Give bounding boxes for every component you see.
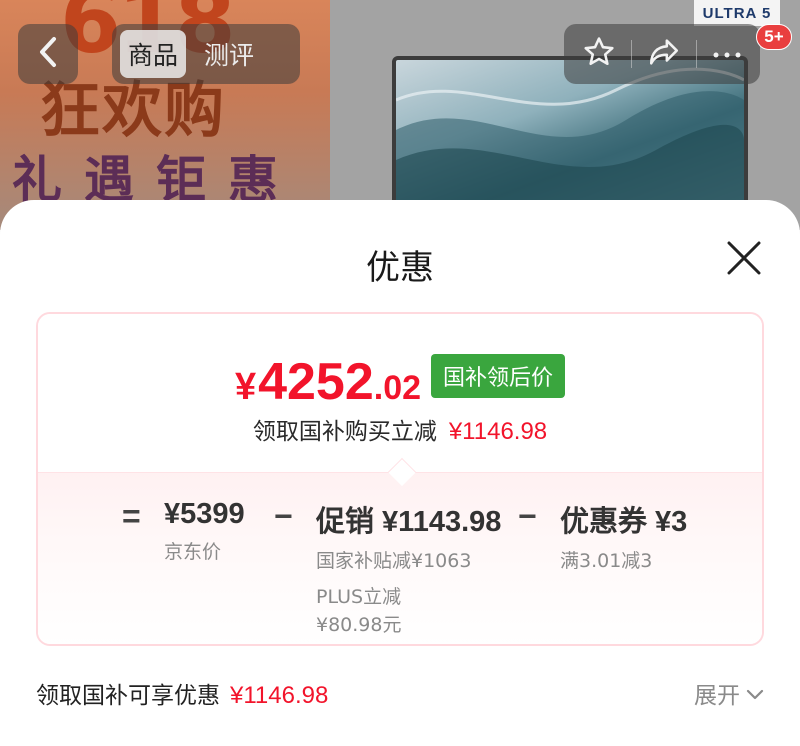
- sheet-title: 优惠: [366, 248, 434, 288]
- close-button[interactable]: [718, 234, 770, 286]
- back-icon: [36, 35, 60, 73]
- price-breakdown-card: ¥ 4252 .02 国补领后价 领取国补购买立减 ¥1146.98 = ¥53…: [36, 312, 764, 646]
- subsidy-label: 领取国补购买立减: [252, 419, 437, 445]
- subsidy-price-tag: 国补领后价: [431, 354, 566, 398]
- share-icon[interactable]: [647, 35, 681, 73]
- tab-review[interactable]: 测评: [196, 30, 262, 78]
- minus-sign: −: [274, 498, 293, 534]
- summary-amount: ¥1146.98: [230, 682, 329, 709]
- national-subsidy-note: 国家补贴减¥1063: [316, 550, 472, 572]
- expand-button[interactable]: 展开: [694, 676, 764, 710]
- base-price-label: 京东价: [164, 541, 222, 563]
- coupon-value: 优惠券 ¥3: [560, 506, 688, 538]
- base-price-value: ¥5399: [164, 498, 245, 530]
- cart-count-badge: 5+: [756, 24, 792, 50]
- price-integer: 4252: [258, 353, 374, 411]
- coupon-condition: 满3.01减3: [560, 550, 653, 572]
- ultra-badge: ULTRA 5: [694, 0, 780, 26]
- nav-actions: [564, 24, 760, 84]
- price-decimal: .02: [373, 369, 422, 407]
- plus-discount-label: PLUS立减: [316, 586, 402, 608]
- subsidy-summary: 领取国补可享优惠 ¥1146.98: [36, 676, 328, 710]
- final-price-section: ¥ 4252 .02 国补领后价 领取国补购买立减 ¥1146.98: [38, 314, 762, 472]
- divider: [630, 40, 632, 68]
- subsidy-amount: ¥1146.98: [448, 418, 548, 445]
- price-currency: ¥: [234, 366, 257, 408]
- back-button[interactable]: [18, 24, 78, 84]
- promo-column: 促销 ¥1143.98 国家补贴减¥1063 PLUS立减 ¥80.98元: [316, 498, 501, 639]
- minus-sign: −: [518, 498, 537, 534]
- more-icon[interactable]: [712, 45, 742, 64]
- final-price-row: ¥ 4252 .02 国补领后价: [38, 352, 762, 412]
- chevron-down-icon: [746, 680, 764, 706]
- close-icon: [726, 240, 762, 280]
- base-price-column: ¥5399 京东价: [164, 498, 245, 564]
- divider: [696, 40, 698, 68]
- subsidy-line: 领取国补购买立减 ¥1146.98: [38, 412, 762, 446]
- star-icon[interactable]: [582, 35, 616, 73]
- discount-sheet: 优惠 ¥ 4252 .02 国补领后价 领取国补购买立减 ¥1146.98 = …: [0, 200, 800, 746]
- summary-label: 领取国补可享优惠: [36, 683, 220, 709]
- subsidy-summary-row[interactable]: 领取国补可享优惠 ¥1146.98 展开: [36, 676, 764, 710]
- tab-product[interactable]: 商品: [120, 30, 187, 78]
- plus-discount-value: ¥80.98元: [316, 614, 402, 636]
- page-tabs: 商品 测评: [112, 24, 300, 84]
- expand-label: 展开: [694, 683, 740, 709]
- final-price: ¥ 4252 .02: [235, 352, 421, 412]
- coupon-column: 优惠券 ¥3 满3.01减3: [560, 498, 687, 573]
- equals-sign: =: [122, 498, 141, 534]
- promo-value: 促销 ¥1143.98: [316, 506, 502, 538]
